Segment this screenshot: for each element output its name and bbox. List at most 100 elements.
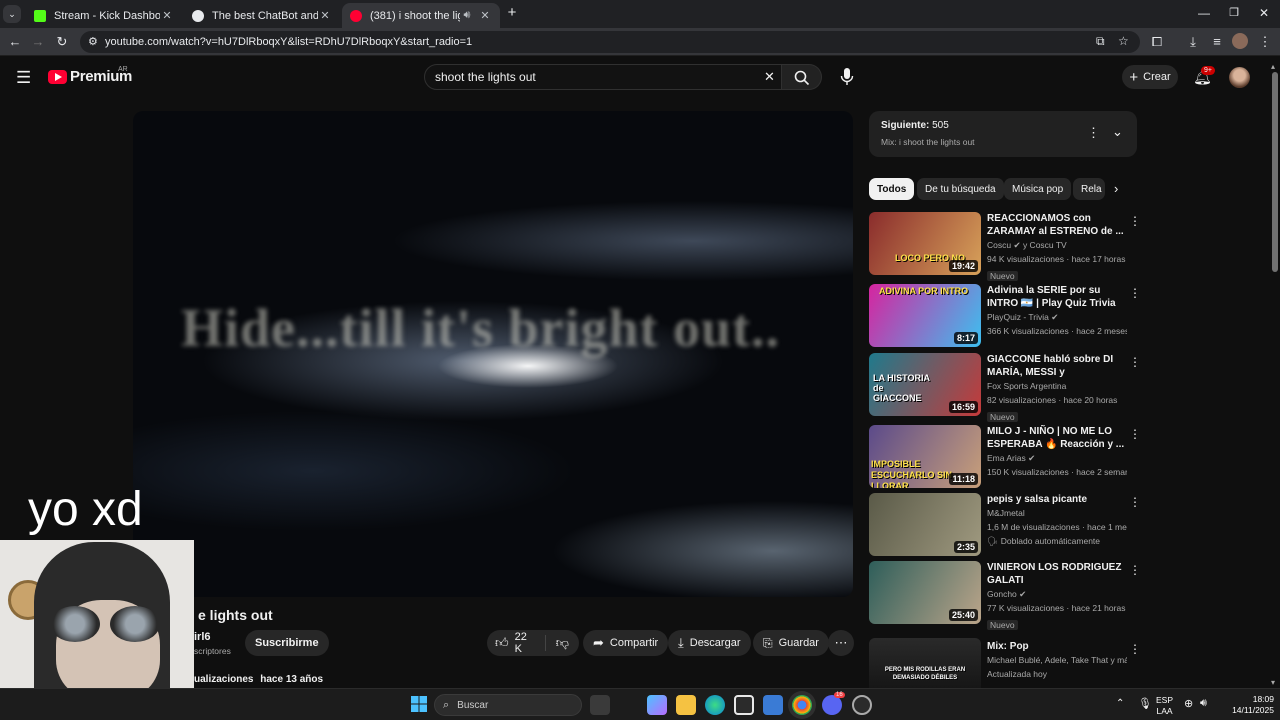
channel-name[interactable]: irl6 bbox=[194, 631, 211, 643]
reload-icon[interactable]: ↻ bbox=[53, 34, 71, 50]
save-button[interactable]: ⎘ Guardar bbox=[753, 630, 829, 656]
recommended-video[interactable]: IMPOSIBLE ESCUCHARLO SIN LLORAR 11:18 MI… bbox=[869, 425, 1141, 489]
chrome-menu-icon[interactable]: ⋮ bbox=[1256, 34, 1274, 50]
restore-button[interactable]: ❐ bbox=[1224, 6, 1244, 19]
recommended-mix[interactable]: PERO MIS RODILLAS ERAN DEMASIADO DÉBILES… bbox=[869, 638, 1139, 688]
video-title[interactable]: Adivina la SERIE por su INTRO 🇦🇷 | Play … bbox=[987, 284, 1127, 310]
windows-start-icon[interactable] bbox=[410, 695, 430, 715]
playlist-panel[interactable]: Siguiente: 505 Mix: i shoot the lights o… bbox=[869, 111, 1137, 157]
item-more-icon[interactable]: ⋮ bbox=[1129, 642, 1139, 656]
create-button[interactable]: + Crear bbox=[1122, 65, 1178, 89]
channel-name[interactable]: Ema Arias ✔ bbox=[987, 451, 1127, 465]
task-view-icon[interactable] bbox=[590, 695, 610, 715]
clear-search-icon[interactable]: ✕ bbox=[764, 69, 775, 85]
chips-next-chevron-icon[interactable]: › bbox=[1114, 181, 1118, 196]
microphone-icon[interactable]: 🎙︎ bbox=[1138, 697, 1152, 710]
file-explorer-icon[interactable] bbox=[676, 695, 696, 715]
recommended-video[interactable]: LOCO PERO NO 19:42 REACCIONAMOS con ZARA… bbox=[869, 212, 1141, 281]
chrome-taskbar-icon[interactable] bbox=[792, 695, 812, 715]
download-button[interactable]: ⤓ Descargar bbox=[668, 630, 751, 656]
video-thumbnail[interactable]: 2:35 bbox=[869, 493, 981, 556]
close-window-button[interactable]: ✕ bbox=[1254, 6, 1274, 20]
taskbar-search[interactable]: ⌕ Buscar bbox=[434, 694, 582, 716]
channel-name[interactable]: M&Jmetal bbox=[987, 506, 1127, 520]
install-app-icon[interactable]: ⧉ bbox=[1096, 34, 1105, 49]
more-actions-button[interactable]: ⋯ bbox=[828, 630, 854, 656]
video-thumbnail[interactable]: LOCO PERO NO 19:42 bbox=[869, 212, 981, 275]
thumbs-down-icon[interactable]: 👎︎ bbox=[556, 635, 569, 651]
share-button[interactable]: ➦ Compartir bbox=[583, 630, 669, 656]
minimize-button[interactable]: — bbox=[1194, 6, 1214, 20]
item-more-icon[interactable]: ⋮ bbox=[1129, 355, 1141, 369]
video-title[interactable]: GIACCONE habló sobre DI MARÍA, MESSI y A… bbox=[987, 353, 1127, 379]
playlist-more-icon[interactable]: ⋮ bbox=[1087, 125, 1100, 141]
like-button[interactable]: 👍︎ 22 K bbox=[495, 631, 535, 655]
account-avatar[interactable] bbox=[1229, 67, 1250, 88]
video-description-meta[interactable]: ualizaciones hace 13 años bbox=[194, 674, 323, 685]
channel-name[interactable]: Goncho ✔ bbox=[987, 587, 1127, 601]
video-thumbnail[interactable]: IMPOSIBLE ESCUCHARLO SIN LLORAR 11:18 bbox=[869, 425, 981, 488]
microsoft-store-icon[interactable] bbox=[734, 695, 754, 715]
clock[interactable]: 18:09 14/11/2025 bbox=[1222, 694, 1274, 716]
channel-name[interactable]: Fox Sports Argentina bbox=[987, 379, 1127, 393]
search-box[interactable]: shoot the lights out ✕ bbox=[424, 64, 782, 90]
discord-icon[interactable] bbox=[822, 695, 842, 715]
item-more-icon[interactable]: ⋮ bbox=[1129, 563, 1141, 577]
extensions-icon[interactable]: ⧠ bbox=[1148, 34, 1166, 50]
recommended-video[interactable]: 25:40 VINIERON LOS RODRIGUEZ GALATI Gonc… bbox=[869, 561, 1141, 630]
video-player[interactable]: Hide...till it's bright out.. bbox=[133, 111, 853, 597]
mix-title[interactable]: Mix: Pop bbox=[987, 640, 1127, 653]
subscribe-button[interactable]: Suscribirme bbox=[245, 630, 329, 656]
site-info-icon[interactable]: ⚙ bbox=[88, 35, 98, 48]
youtube-logo-icon[interactable] bbox=[48, 70, 67, 84]
tab-chatbot-widgets[interactable]: The best ChatBot and Widgets ✕ bbox=[184, 3, 340, 28]
scroll-down-arrow-icon[interactable]: ▾ bbox=[1271, 678, 1275, 687]
video-title[interactable]: REACCIONAMOS con ZARAMAY al ESTRENO de .… bbox=[987, 212, 1127, 238]
expand-chevron-icon[interactable]: ⌄ bbox=[1112, 124, 1123, 140]
recommended-video[interactable]: 2:35 pepis y salsa picante M&Jmetal 1,6 … bbox=[869, 493, 1141, 557]
new-tab-button[interactable]: + bbox=[502, 4, 522, 21]
video-title[interactable]: VINIERON LOS RODRIGUEZ GALATI bbox=[987, 561, 1127, 587]
media-controls-icon[interactable]: ≡ bbox=[1208, 34, 1226, 49]
speaker-icon[interactable]: 🔊︎ bbox=[460, 9, 474, 22]
search-button[interactable] bbox=[782, 64, 822, 90]
downloads-icon[interactable]: ⤓ bbox=[1184, 34, 1202, 50]
recommended-video[interactable]: LA HISTORIA de GIACCONE 16:59 GIACCONE h… bbox=[869, 353, 1141, 422]
video-title[interactable]: pepis y salsa picante bbox=[987, 493, 1127, 506]
profile-avatar[interactable] bbox=[1232, 33, 1248, 49]
video-thumbnail[interactable]: 25:40 bbox=[869, 561, 981, 624]
voice-search-icon[interactable] bbox=[840, 67, 854, 87]
search-input[interactable]: shoot the lights out bbox=[435, 70, 536, 84]
item-more-icon[interactable]: ⋮ bbox=[1129, 427, 1141, 441]
chip-todos[interactable]: Todos bbox=[869, 178, 915, 200]
close-icon[interactable]: ✕ bbox=[160, 9, 174, 22]
video-thumbnail[interactable]: LA HISTORIA de GIACCONE 16:59 bbox=[869, 353, 981, 416]
edge-browser-icon[interactable] bbox=[705, 695, 725, 715]
item-more-icon[interactable]: ⋮ bbox=[1129, 214, 1141, 228]
chip-musica-pop[interactable]: Música pop bbox=[1004, 178, 1072, 200]
item-more-icon[interactable]: ⋮ bbox=[1129, 286, 1141, 300]
volume-icon[interactable]: 🔊︎ bbox=[1200, 697, 1207, 710]
chip-de-tu-busqueda[interactable]: De tu búsqueda bbox=[917, 178, 1004, 200]
language-indicator[interactable]: ESP LAA bbox=[1156, 695, 1173, 717]
scrollbar-thumb[interactable] bbox=[1272, 72, 1278, 272]
tab-search-icon[interactable]: ⌄ bbox=[3, 5, 21, 23]
page-scrollbar[interactable]: ▴ ▾ bbox=[1270, 62, 1280, 688]
video-thumbnail[interactable]: ADIVINA POR INTRO 8:17 bbox=[869, 284, 981, 347]
tab-youtube-video[interactable]: (381) i shoot the lights out 🔊︎ ✕ bbox=[342, 3, 500, 28]
back-icon[interactable]: ← bbox=[6, 34, 24, 49]
channel-name[interactable]: PlayQuiz - Trivia ✔ bbox=[987, 310, 1127, 324]
tab-kick-dashboard[interactable]: Stream - Kick Dashboard ✕ bbox=[26, 3, 182, 28]
channel-name[interactable]: Coscu ✔ y Coscu TV bbox=[987, 238, 1127, 252]
address-bar[interactable]: ⚙ youtube.com/watch?v=hU7DlRboqxY&list=R… bbox=[80, 31, 1140, 53]
video-title[interactable]: MILO J - NIÑO | NO ME LO ESPERABA 🔥 Reac… bbox=[987, 425, 1127, 451]
bookmark-star-icon[interactable]: ☆ bbox=[1118, 34, 1129, 48]
scroll-up-arrow-icon[interactable]: ▴ bbox=[1271, 62, 1275, 71]
widgets-app-icon[interactable] bbox=[647, 695, 667, 715]
mail-app-icon[interactable] bbox=[763, 695, 783, 715]
close-icon[interactable]: ✕ bbox=[318, 9, 332, 22]
network-icon[interactable]: ⊕ bbox=[1184, 697, 1193, 710]
hamburger-menu-icon[interactable]: ☰ bbox=[16, 68, 31, 88]
mix-thumbnail[interactable]: PERO MIS RODILLAS ERAN DEMASIADO DÉBILES bbox=[869, 638, 981, 688]
recommended-video[interactable]: ADIVINA POR INTRO 8:17 Adivina la SERIE … bbox=[869, 284, 1141, 348]
